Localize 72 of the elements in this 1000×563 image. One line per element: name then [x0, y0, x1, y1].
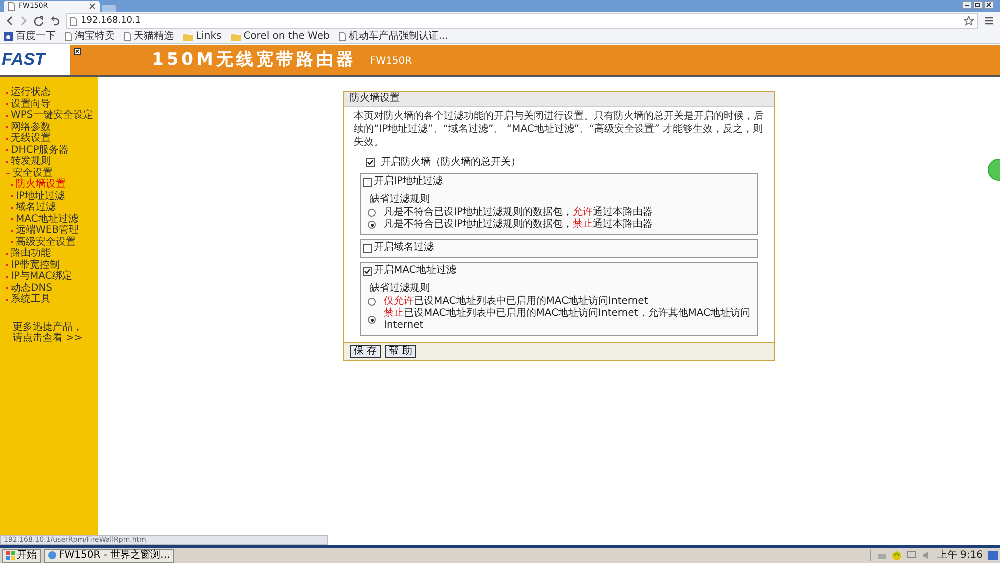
network-icon[interactable] — [907, 551, 918, 560]
radio-button[interactable] — [368, 298, 376, 306]
model-name: FW150R — [370, 56, 412, 68]
sidebar-item[interactable]: 动态DNS — [0, 282, 53, 294]
radio-button[interactable] — [368, 209, 376, 217]
bookmark[interactable]: 天猫精选 — [124, 30, 174, 42]
refresh-icon[interactable] — [34, 16, 44, 26]
page-icon[interactable] — [124, 32, 131, 41]
sidebar-item[interactable]: 转发规则 — [0, 156, 51, 168]
maximize-icon[interactable] — [973, 1, 983, 9]
sidebar-item[interactable]: DHCP服务器 — [0, 144, 70, 156]
checkbox-label: 开启域名过滤 — [374, 242, 434, 254]
back-icon[interactable] — [6, 16, 14, 26]
save-button[interactable]: 保 存 — [350, 345, 382, 358]
promo-link[interactable]: 更多迅捷产品， — [13, 322, 83, 332]
option-label: 仅允许已设MAC地址列表中已启用的MAC地址访问Internet — [384, 296, 648, 308]
star-icon[interactable] — [964, 16, 974, 26]
sidebar-item[interactable]: IP地址过滤 — [0, 190, 65, 202]
sidebar-item[interactable]: 网络参数 — [0, 122, 51, 133]
address-field[interactable]: 192.168.10.1 — [66, 13, 978, 29]
undo-icon[interactable] — [50, 16, 60, 26]
router-title: 150M无线宽带路由器 — [152, 50, 356, 70]
radio-button[interactable] — [368, 316, 376, 324]
close-icon[interactable] — [74, 48, 81, 55]
clock: 上午 9:16 — [937, 550, 983, 561]
bookmark[interactable]: Corel on the Web — [230, 30, 330, 42]
page-icon[interactable] — [338, 32, 346, 41]
sidebar-item[interactable]: MAC地址过滤 — [0, 214, 78, 225]
globe-icon[interactable] — [48, 551, 57, 560]
close-icon[interactable] — [984, 1, 994, 9]
sidebar-item[interactable]: 路由功能 — [0, 248, 51, 260]
menu-icon[interactable] — [984, 16, 994, 26]
panel-title: 防火墙设置 — [344, 92, 774, 107]
sidebar-item[interactable]: WPS一键安全设定 — [0, 110, 94, 122]
sidebar-item[interactable]: 域名过滤 — [0, 202, 56, 214]
page-icon[interactable] — [8, 2, 15, 11]
taskbar-item[interactable]: FW150R - 世界之窗浏... — [44, 548, 174, 562]
sidebar-item[interactable]: 设置向导 — [0, 98, 51, 110]
checkbox[interactable] — [366, 158, 375, 166]
checkbox-label: 开启MAC地址过滤 — [374, 265, 456, 277]
sidebar-item[interactable]: IP带宽控制 — [0, 260, 60, 271]
sidebar-item[interactable]: 远端WEB管理 — [0, 225, 80, 236]
bookmark[interactable]: 百度一下 — [4, 30, 56, 42]
help-button[interactable]: 帮 助 — [385, 345, 416, 358]
checkbox[interactable] — [363, 266, 372, 276]
description: 本页对防火墙的各个过滤功能的开启与关闭进行设置。只有防火墙的总开关是开启的时候，后续的“IP地址过滤”、“域名过滤”、 “MAC地址过滤”、“高级安全设置” 才能够生效，反之，则失效。 — [354, 110, 764, 149]
logo: FAST — [2, 51, 46, 69]
checkbox[interactable] — [363, 178, 372, 186]
sidebar-item[interactable]: 运行状态 — [0, 87, 51, 98]
option-label: 凡是不符合已设IP地址过滤规则的数据包，禁止通过本路由器 — [384, 219, 653, 231]
windows-flag-icon[interactable] — [6, 551, 15, 560]
sidebar-item[interactable]: 高级安全设置 — [0, 236, 76, 248]
minimize-icon[interactable] — [962, 1, 972, 9]
rule-title: 缺省过滤规则 — [370, 283, 430, 295]
bookmark[interactable]: Links — [183, 30, 222, 42]
checkbox[interactable] — [363, 244, 372, 252]
checkbox-label: 开启IP地址过滤 — [374, 176, 443, 188]
sidebar-item[interactable]: IP与MAC绑定 — [0, 271, 72, 282]
start-button[interactable]: 开始 — [2, 548, 41, 562]
bookmark[interactable]: 机动车产品强制认证... — [338, 30, 448, 42]
sidebar-item[interactable]: 安全设置 — [0, 168, 53, 179]
option-label: 禁止已设MAC地址列表中已启用的MAC地址访问Internet，允许其他MAC地址访问Internet — [384, 308, 752, 332]
radio-button[interactable] — [368, 221, 376, 229]
promo-link[interactable]: 请点击查看 >> — [13, 332, 83, 344]
rule-title: 缺省过滤规则 — [370, 194, 430, 206]
checkbox-label: 开启防火墙（防火墙的总开关） — [381, 156, 521, 169]
close-icon[interactable] — [89, 3, 96, 10]
sidebar-item[interactable]: 系统工具 — [0, 294, 51, 306]
bookmark[interactable]: 淘宝特卖 — [65, 30, 115, 42]
paw-icon[interactable] — [4, 32, 13, 41]
sidebar-item[interactable]: 无线设置 — [0, 133, 51, 144]
option-label: 凡是不符合已设IP地址过滤规则的数据包，允许通过本路由器 — [384, 207, 653, 218]
